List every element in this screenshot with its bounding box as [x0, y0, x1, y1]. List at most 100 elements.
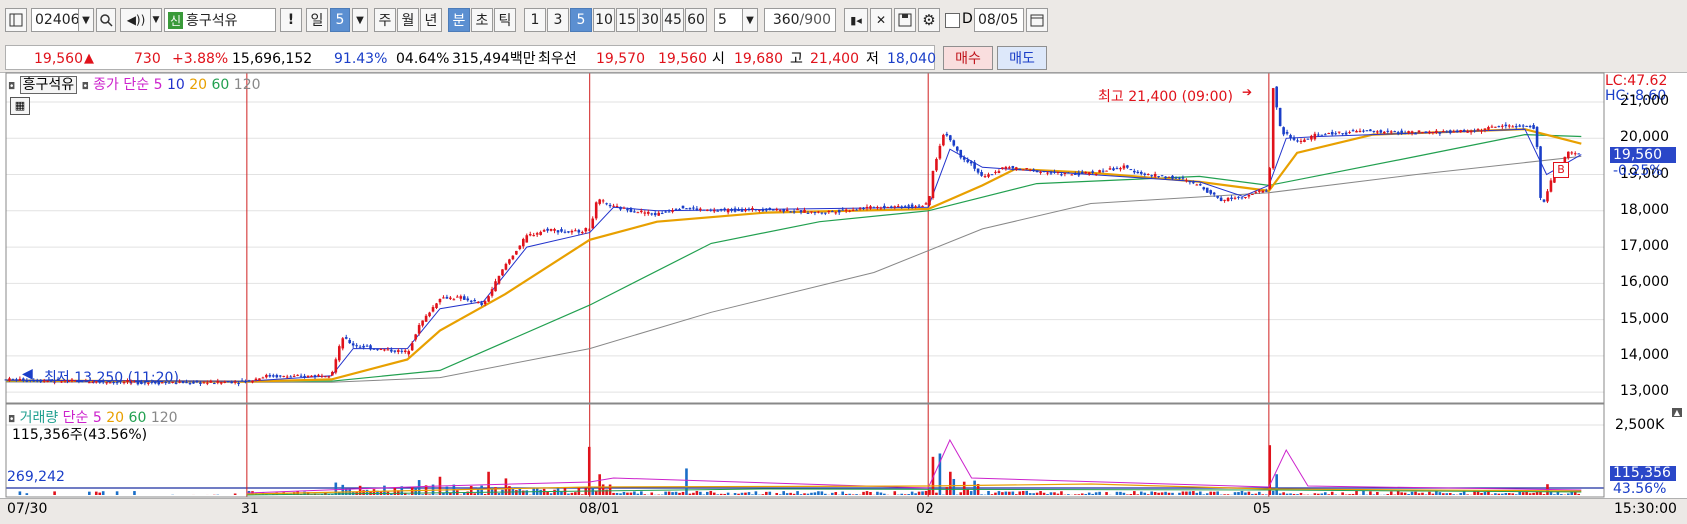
candle-body	[1314, 134, 1317, 139]
candle-body	[1005, 167, 1008, 169]
buy-signal-marker[interactable]: B	[1553, 162, 1569, 178]
panel-collapse-icon[interactable]: ▲	[1672, 408, 1682, 417]
volume-bar	[1067, 494, 1070, 495]
unit-dropdown-icon[interactable]: ▼	[742, 8, 758, 32]
volume-bar	[644, 494, 647, 495]
tab-minute[interactable]: 분	[448, 8, 470, 32]
volume-bar	[595, 491, 598, 495]
candle-body	[1008, 167, 1011, 168]
candle-body	[831, 211, 834, 212]
candle-body	[1105, 171, 1108, 172]
stock-name-field[interactable]: 신 흥구석유	[164, 8, 276, 32]
candle-body	[796, 209, 799, 210]
date-input[interactable]: 08/05	[974, 8, 1024, 32]
volume-bar	[498, 493, 501, 495]
save-icon[interactable]	[894, 8, 916, 32]
minute-5-button[interactable]: 5	[570, 8, 592, 32]
minute-3-button[interactable]: 3	[547, 8, 569, 32]
calendar-icon[interactable]	[1026, 8, 1048, 32]
candle-body	[852, 210, 855, 211]
turnover: 04.64%	[396, 49, 449, 69]
candle-body	[1012, 166, 1015, 168]
candle-body	[1487, 127, 1490, 130]
candle-body	[1067, 173, 1070, 174]
candle-body	[637, 212, 640, 213]
gear-icon[interactable]: ⚙	[918, 8, 940, 32]
tab-week[interactable]: 주	[374, 8, 396, 32]
volume-bar	[1400, 492, 1403, 495]
count-input[interactable]: 360/900	[764, 8, 836, 32]
volume-bar	[581, 494, 584, 495]
candle-body	[1334, 133, 1337, 134]
candle-body	[1244, 197, 1247, 198]
volume-bar	[1522, 492, 1525, 495]
best-quote-label: 최우선	[538, 49, 577, 69]
volume-bar	[428, 494, 431, 495]
candle-body	[1293, 137, 1296, 140]
stock-tag[interactable]: 흥구석유	[20, 76, 78, 94]
volume-bar	[630, 493, 633, 495]
volume-bar	[1237, 492, 1240, 495]
minute-10-button[interactable]: 10	[593, 8, 615, 32]
volume-bar	[446, 487, 449, 495]
candle-body	[1147, 174, 1150, 175]
vma120-label: 120	[151, 410, 178, 426]
minute-1-button[interactable]: 1	[524, 8, 546, 32]
candle-body	[1574, 153, 1577, 154]
code-dropdown-icon[interactable]: ▼	[78, 8, 94, 32]
tab-month[interactable]: 월	[397, 8, 419, 32]
volume-bar	[633, 491, 636, 495]
candle-body	[1150, 175, 1153, 176]
tab-tick[interactable]: 틱	[494, 8, 516, 32]
search-icon[interactable]	[96, 8, 116, 32]
volume-bar	[786, 493, 789, 495]
volume-bar	[1390, 492, 1393, 495]
volume-bar	[994, 493, 997, 495]
chart-tool-icon[interactable]: ▮◂	[844, 8, 868, 32]
layout-icon[interactable]	[5, 8, 27, 32]
y-tick-label: 17,000	[1620, 238, 1669, 254]
candle-body	[616, 206, 619, 207]
candle-body	[341, 338, 344, 348]
candle-body	[862, 208, 865, 209]
alert-button[interactable]: !	[280, 8, 302, 32]
table-icon[interactable]: ▦	[10, 97, 30, 115]
minute-15-button[interactable]: 15	[616, 8, 638, 32]
volume-ma5-line	[247, 440, 1581, 493]
volume-bar	[1543, 494, 1546, 495]
volume-bar	[1168, 493, 1171, 495]
candle-body	[1046, 173, 1049, 174]
date-checkbox[interactable]	[945, 13, 960, 28]
candle-body	[203, 383, 206, 384]
volume-bar	[623, 492, 626, 495]
candle-body	[321, 376, 324, 377]
minute-60-button[interactable]: 60	[685, 8, 707, 32]
speaker-dropdown-icon[interactable]: ▼	[150, 8, 162, 32]
day-count-dropdown-icon[interactable]: ▼	[352, 8, 368, 32]
candle-body	[949, 135, 952, 140]
sell-button[interactable]: 매도	[997, 46, 1047, 70]
candle-body	[904, 206, 907, 207]
candle-body	[425, 316, 428, 322]
candle-body	[668, 212, 671, 213]
candle-body	[453, 299, 456, 300]
legend-toggle-icon[interactable]: ◘	[8, 82, 15, 92]
candle-body	[772, 210, 775, 211]
minute-45-button[interactable]: 45	[662, 8, 684, 32]
volume-bar	[793, 494, 796, 495]
legend-toggle2-icon[interactable]: ◘	[82, 82, 89, 92]
buy-button[interactable]: 매수	[943, 46, 993, 70]
tab-second-label: 초	[476, 10, 489, 30]
tab-year[interactable]: 년	[420, 8, 442, 32]
tab-day[interactable]: 일	[306, 8, 328, 32]
volume-bar	[1196, 493, 1199, 495]
tab-second[interactable]: 초	[471, 8, 493, 32]
minute-30-button[interactable]: 30	[639, 8, 661, 32]
crosshair-icon[interactable]: ✕	[870, 8, 892, 32]
tab-day-count[interactable]: 5	[330, 8, 350, 32]
candle-body	[1442, 131, 1445, 132]
volume-bar	[95, 492, 98, 495]
speaker-icon[interactable]: ◀))	[120, 8, 152, 32]
trade-amount: 315,494백만	[452, 49, 536, 69]
stock-chart[interactable]	[0, 72, 1687, 523]
